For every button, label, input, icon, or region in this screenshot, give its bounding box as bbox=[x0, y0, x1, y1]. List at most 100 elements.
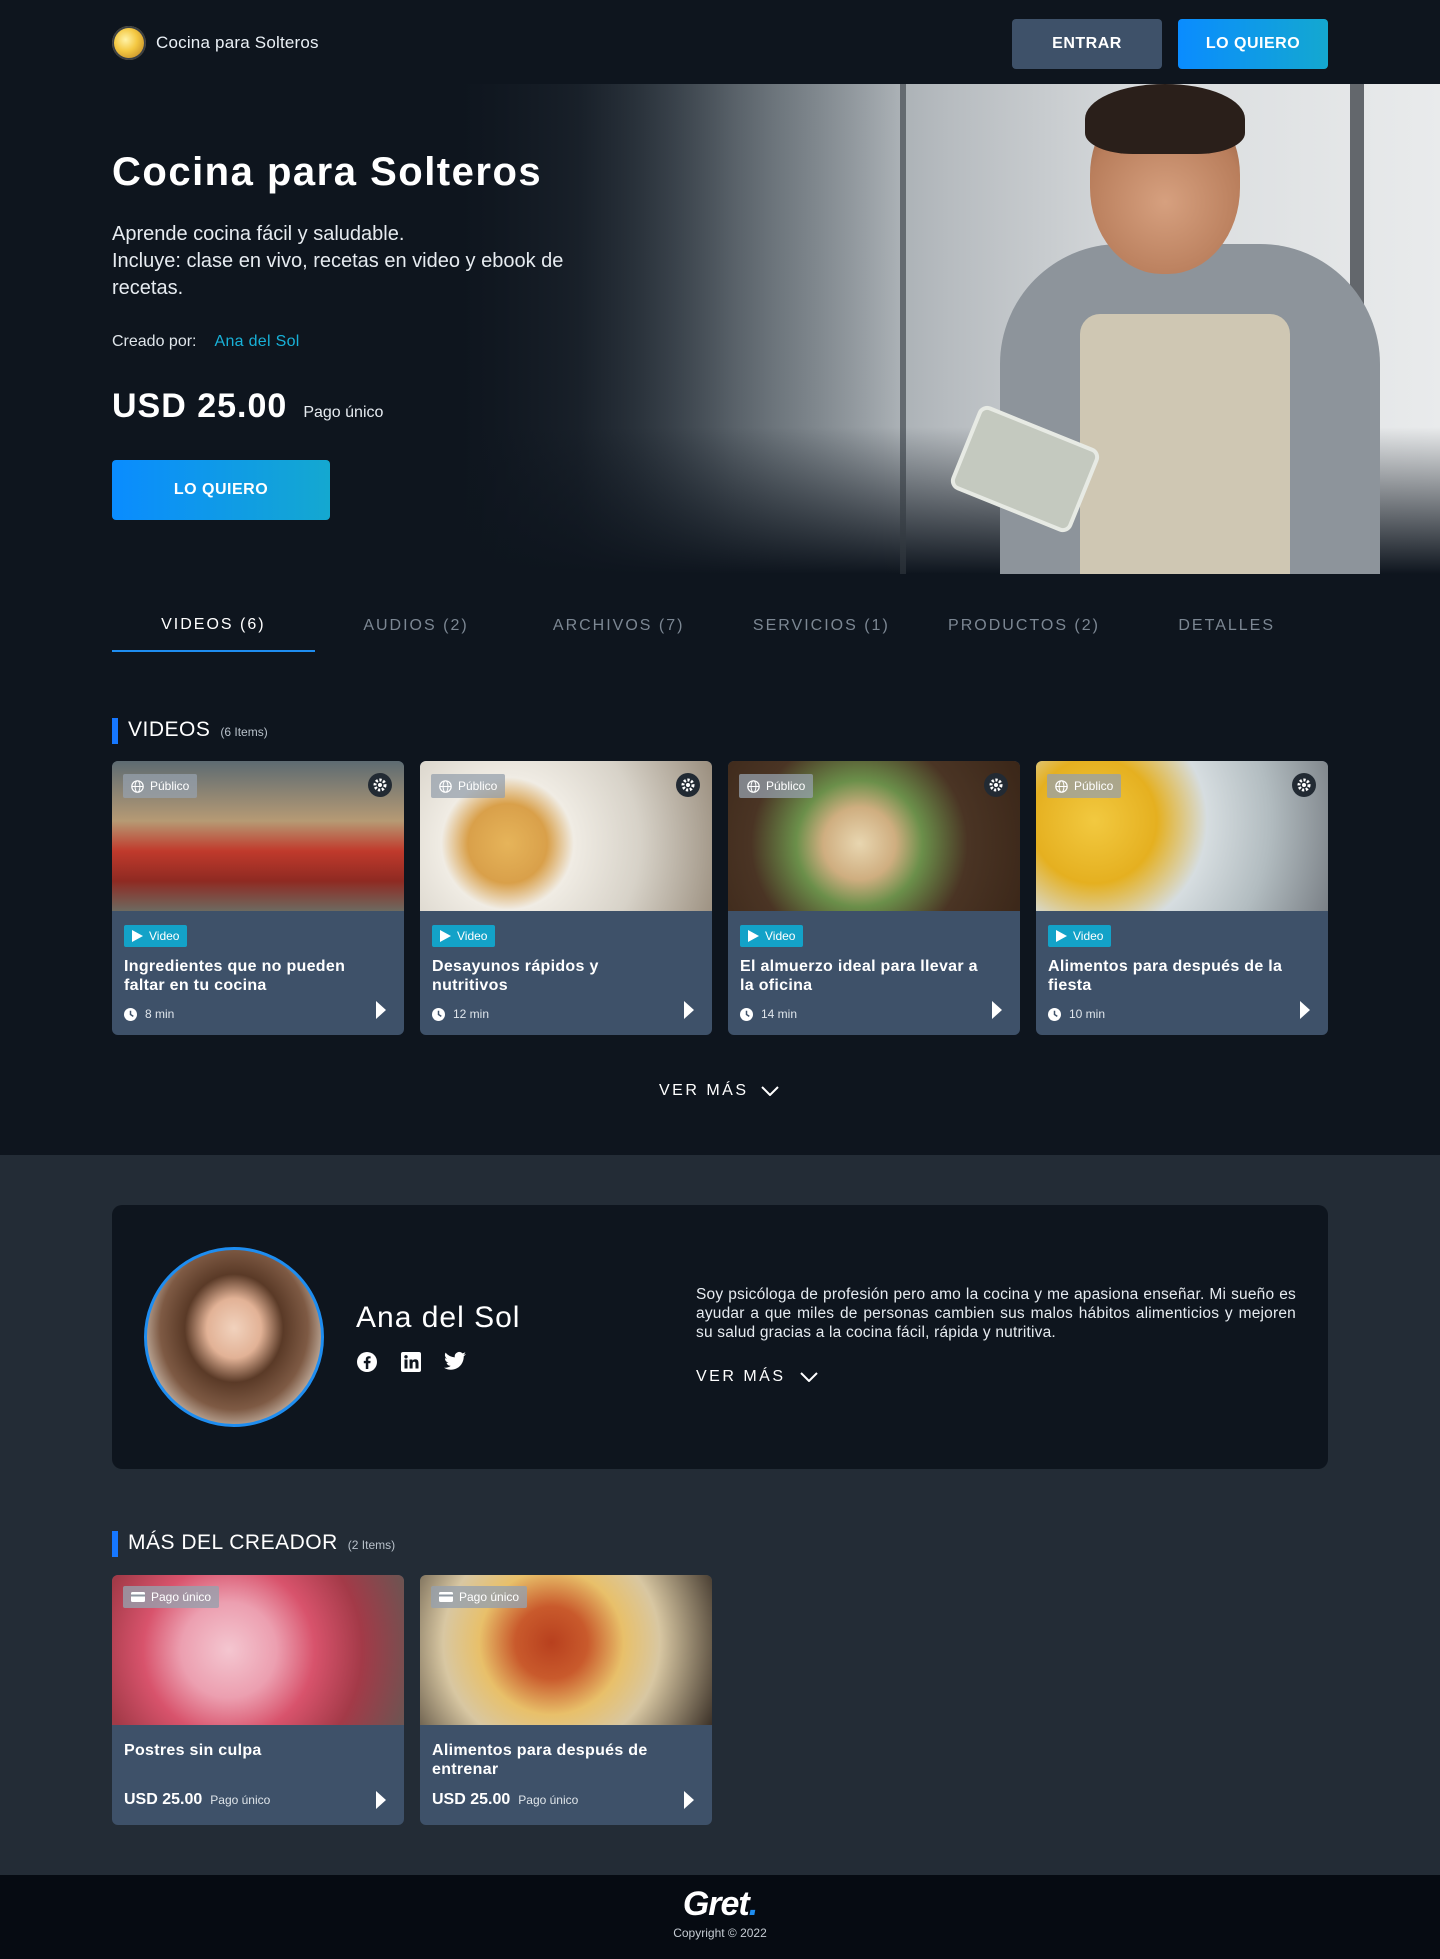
footer-logo[interactable]: Gret. bbox=[0, 1885, 1440, 1924]
type-label: Video bbox=[149, 929, 180, 943]
creator-card: Ana del Sol Soy psicóloga de profesión p… bbox=[112, 1205, 1328, 1469]
clock-icon bbox=[740, 1007, 753, 1021]
play-icon bbox=[748, 930, 759, 942]
video-thumbnail: Público bbox=[420, 761, 712, 911]
visibility-label: Público bbox=[458, 779, 498, 793]
product-price-note: Pago único bbox=[210, 1793, 271, 1807]
video-card[interactable]: Público Video Alimentos para después de … bbox=[1036, 761, 1328, 1035]
product-price: USD 25.00 Pago único bbox=[124, 1791, 270, 1809]
login-button[interactable]: ENTRAR bbox=[1012, 19, 1162, 69]
type-label: Video bbox=[1073, 929, 1104, 943]
duration: 10 min bbox=[1048, 1007, 1105, 1021]
payment-badge: Pago único bbox=[431, 1586, 528, 1608]
video-title: El almuerzo ideal para llevar a la ofici… bbox=[740, 958, 978, 994]
created-by: Creado por: Ana del Sol bbox=[112, 333, 300, 351]
clock-icon bbox=[124, 1007, 137, 1021]
payment-badge: Pago único bbox=[123, 1586, 220, 1608]
hero-image bbox=[460, 84, 1440, 574]
chevron-down-icon bbox=[799, 1372, 818, 1382]
hero-buy-button[interactable]: LO QUIERO bbox=[112, 460, 330, 520]
section-count: (2 Items) bbox=[347, 1538, 396, 1552]
video-card[interactable]: Público Video Ingredientes que no pueden… bbox=[112, 761, 404, 1035]
section-title: VIDEOS bbox=[128, 718, 211, 741]
payment-badge-label: Pago único bbox=[151, 1590, 212, 1604]
product-title: Alimentos para después de entrenar bbox=[432, 1742, 648, 1778]
creator-link[interactable]: Ana del Sol bbox=[215, 333, 300, 351]
duration: 8 min bbox=[124, 1007, 174, 1021]
tab-archivos[interactable]: ARCHIVOS (7) bbox=[517, 600, 720, 652]
section-accent-bar bbox=[112, 1531, 118, 1557]
tab-servicios[interactable]: SERVICIOS (1) bbox=[720, 600, 923, 652]
linkedin-icon[interactable] bbox=[400, 1351, 422, 1373]
open-arrow-icon[interactable] bbox=[992, 1001, 1002, 1019]
section-title: MÁS DEL CREADOR bbox=[128, 1531, 338, 1554]
videos-see-more-button[interactable]: VER MÁS bbox=[659, 1082, 779, 1100]
video-card[interactable]: Público Video Desayunos rápidos y nutrit… bbox=[420, 761, 712, 1035]
brand-coin-icon bbox=[112, 26, 146, 60]
type-label: Video bbox=[765, 929, 796, 943]
twitter-icon[interactable] bbox=[444, 1351, 466, 1371]
footer-logo-dot: . bbox=[748, 1885, 759, 1923]
brand-logo[interactable]: Cocina para Solteros bbox=[112, 26, 319, 60]
visibility-label: Público bbox=[766, 779, 806, 793]
clock-icon bbox=[1048, 1007, 1061, 1021]
duration: 12 min bbox=[432, 1007, 489, 1021]
product-card[interactable]: Pago único Postres sin culpa USD 25.00 P… bbox=[112, 1575, 404, 1825]
gear-icon[interactable] bbox=[1292, 773, 1316, 797]
tab-audios[interactable]: AUDIOS (2) bbox=[315, 600, 518, 652]
product-title: Postres sin culpa bbox=[124, 1742, 262, 1759]
gear-icon[interactable] bbox=[676, 773, 700, 797]
open-arrow-icon[interactable] bbox=[684, 1001, 694, 1019]
tab-productos[interactable]: PRODUCTOS (2) bbox=[923, 600, 1126, 652]
visibility-label: Público bbox=[150, 779, 190, 793]
product-card[interactable]: Pago único Alimentos para después de ent… bbox=[420, 1575, 712, 1825]
play-icon bbox=[440, 930, 451, 942]
duration-label: 12 min bbox=[453, 1007, 490, 1021]
tab-videos[interactable]: VIDEOS (6) bbox=[112, 600, 315, 652]
duration-label: 14 min bbox=[761, 1007, 798, 1021]
price-row: USD 25.00 Pago único bbox=[112, 387, 383, 426]
video-title: Desayunos rápidos y nutritivos bbox=[432, 958, 599, 994]
globe-icon bbox=[747, 779, 760, 793]
bio-see-more-button[interactable]: VER MÁS bbox=[696, 1368, 818, 1386]
video-thumbnail: Público bbox=[728, 761, 1020, 911]
hero-description: Aprende cocina fácil y saludable. Incluy… bbox=[112, 223, 564, 299]
product-price-note: Pago único bbox=[518, 1793, 579, 1807]
avatar[interactable] bbox=[144, 1247, 324, 1427]
videos-heading: VIDEOS (6 Items) bbox=[112, 718, 268, 744]
page-title: Cocina para Solteros bbox=[112, 150, 543, 194]
facebook-icon[interactable] bbox=[356, 1351, 378, 1373]
type-label: Video bbox=[457, 929, 488, 943]
globe-icon bbox=[131, 779, 144, 793]
open-arrow-icon[interactable] bbox=[684, 1791, 694, 1809]
header-buy-button[interactable]: LO QUIERO bbox=[1178, 19, 1328, 69]
video-thumbnail: Público bbox=[1036, 761, 1328, 911]
footer-logo-text: Gret bbox=[682, 1885, 750, 1923]
tab-detalles[interactable]: DETALLES bbox=[1125, 600, 1328, 652]
section-accent-bar bbox=[112, 718, 118, 744]
open-arrow-icon[interactable] bbox=[376, 1001, 386, 1019]
card-icon bbox=[131, 1592, 145, 1602]
more-from-creator-heading: MÁS DEL CREADOR (2 Items) bbox=[112, 1531, 395, 1557]
clock-icon bbox=[432, 1007, 445, 1021]
type-badge: Video bbox=[432, 925, 496, 947]
open-arrow-icon[interactable] bbox=[1300, 1001, 1310, 1019]
price: USD 25.00 bbox=[112, 387, 288, 425]
social-links bbox=[356, 1351, 466, 1373]
type-badge: Video bbox=[124, 925, 188, 947]
visibility-badge: Público bbox=[123, 774, 198, 798]
gear-icon[interactable] bbox=[368, 773, 392, 797]
gear-icon[interactable] bbox=[984, 773, 1008, 797]
visibility-badge: Público bbox=[431, 774, 506, 798]
see-more-label: VER MÁS bbox=[696, 1368, 786, 1385]
product-thumbnail: Pago único bbox=[112, 1575, 404, 1725]
video-title: Alimentos para después de la fiesta bbox=[1048, 958, 1283, 994]
payment-badge-label: Pago único bbox=[459, 1590, 520, 1604]
copyright: Copyright © 2022 bbox=[673, 1926, 767, 1940]
open-arrow-icon[interactable] bbox=[376, 1791, 386, 1809]
visibility-badge: Público bbox=[739, 774, 814, 798]
video-card[interactable]: Público Video El almuerzo ideal para lle… bbox=[728, 761, 1020, 1035]
play-icon bbox=[132, 930, 143, 942]
duration-label: 8 min bbox=[145, 1007, 175, 1021]
type-badge: Video bbox=[1048, 925, 1112, 947]
